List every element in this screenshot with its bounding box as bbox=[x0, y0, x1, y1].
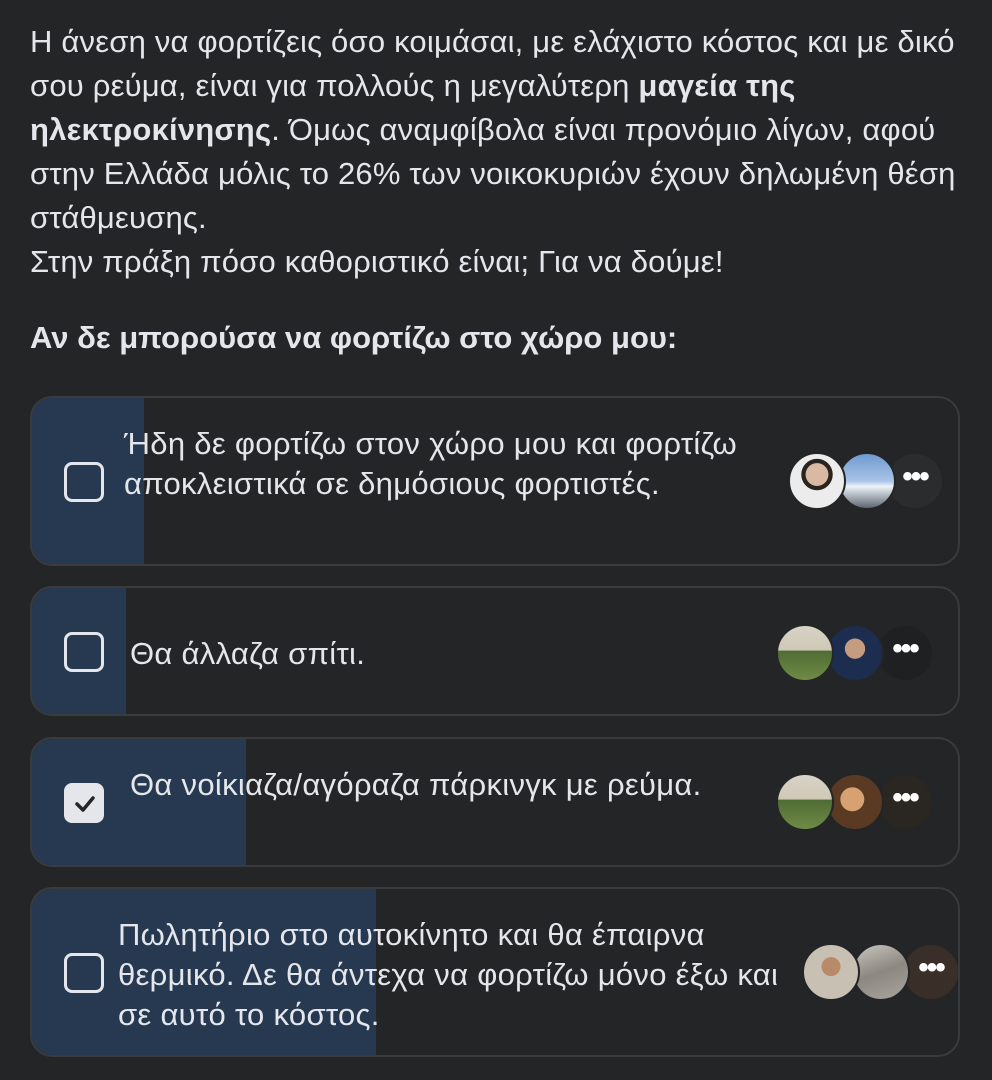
man-sunglasses-avatar bbox=[826, 624, 884, 682]
option-label: Θα νοίκιαζα/αγόραζα πάρκινγκ με ρεύμα. bbox=[130, 767, 702, 802]
park-bicycle-avatar bbox=[776, 624, 834, 682]
post-text: Η άνεση να φορτίζεις όσο κοιμάσαι, με ελ… bbox=[30, 20, 960, 284]
checkmark-icon bbox=[75, 796, 95, 812]
man-warm-light-avatar bbox=[826, 773, 884, 831]
rocky-mountain-avatar bbox=[852, 943, 910, 1001]
voter-avatars[interactable]: ••• bbox=[776, 624, 934, 682]
post-paragraph-1: Η άνεση να φορτίζεις όσο κοιμάσαι, με ελ… bbox=[30, 24, 956, 235]
poll-option-2[interactable]: Θα άλλαζα σπίτι. ••• bbox=[30, 586, 960, 716]
voter-avatars[interactable]: ••• bbox=[802, 943, 958, 1001]
option-label: Πωλητήριο στο αυτοκίνητο και θα έπαιρνα … bbox=[118, 917, 779, 1032]
more-voters-indicator: ••• bbox=[892, 632, 920, 665]
checkbox[interactable] bbox=[64, 953, 104, 993]
checkbox-checked[interactable] bbox=[64, 783, 104, 823]
voter-avatars[interactable]: ••• bbox=[776, 773, 934, 831]
checkbox[interactable] bbox=[64, 632, 104, 672]
poll-question: Αν δε μπορούσα να φορτίζω στο χώρο μου: bbox=[30, 320, 678, 355]
poll-option-3[interactable]: Θα νοίκιαζα/αγόραζα πάρκινγκ με ρεύμα. •… bbox=[30, 737, 960, 867]
dark-photo-avatar: ••• bbox=[902, 943, 958, 1001]
voter-avatars[interactable]: ••• bbox=[788, 452, 944, 510]
man-outdoors-avatar bbox=[802, 943, 860, 1001]
more-voters-indicator: ••• bbox=[902, 460, 930, 493]
man-portrait-avatar bbox=[788, 452, 846, 510]
snowy-landscape-avatar bbox=[838, 452, 896, 510]
park-bicycle-avatar bbox=[776, 773, 834, 831]
dark-portrait-avatar: ••• bbox=[876, 773, 934, 831]
more-voters-indicator: ••• bbox=[918, 951, 946, 984]
poll-option-4[interactable]: Πωλητήριο στο αυτοκίνητο και θα έπαιρνα … bbox=[30, 887, 960, 1057]
poll-option-1[interactable]: Ήδη δε φορτίζω στον χώρο μου και φορτίζω… bbox=[30, 396, 960, 566]
checkbox[interactable] bbox=[64, 462, 104, 502]
option-label: Θα άλλαζα σπίτι. bbox=[130, 636, 366, 671]
dark-bicycle-avatar: ••• bbox=[876, 624, 934, 682]
more-voters-indicator: ••• bbox=[892, 781, 920, 814]
option-label: Ήδη δε φορτίζω στον χώρο μου και φορτίζω… bbox=[124, 426, 737, 501]
post-paragraph-2: Στην πράξη πόσο καθοριστικό είναι; Για ν… bbox=[30, 244, 724, 279]
